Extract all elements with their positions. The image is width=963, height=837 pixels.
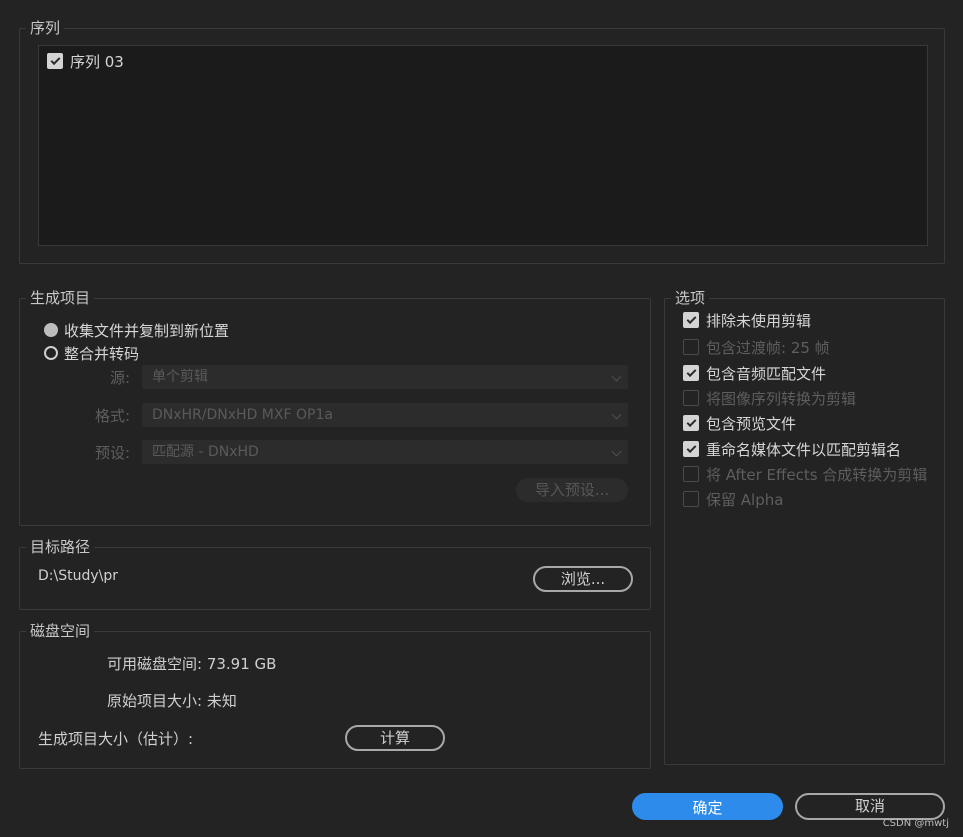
option-rename-media-label: 重命名媒体文件以匹配剪辑名 <box>706 440 902 459</box>
chevron-down-icon <box>611 446 622 457</box>
option-audio-conform-checkbox[interactable] <box>683 365 699 381</box>
sequence-item-checkbox[interactable] <box>47 53 63 69</box>
available-space: 可用磁盘空间: 73.91 GB <box>107 655 277 673</box>
sequence-item-label: 序列 03 <box>70 52 124 71</box>
generate-legend: 生成项目 <box>26 287 95 309</box>
option-rename-media-checkbox[interactable] <box>683 441 699 457</box>
radio-collect-label: 收集文件并复制到新位置 <box>64 321 230 340</box>
option-rename-media[interactable]: 重命名媒体文件以匹配剪辑名 <box>683 438 901 460</box>
format-select[interactable]: DNxHR/DNxHD MXF OP1a <box>142 403 628 427</box>
sequence-item[interactable]: 序列 03 <box>47 50 124 72</box>
options-legend: 选项 <box>671 287 710 309</box>
watermark: CSDN @mwtj <box>882 818 949 829</box>
option-image-sequence-checkbox[interactable] <box>683 390 699 406</box>
option-exclude-unused[interactable]: 排除未使用剪辑 <box>683 309 811 331</box>
option-exclude-unused-checkbox[interactable] <box>683 312 699 328</box>
option-exclude-unused-label: 排除未使用剪辑 <box>706 311 812 330</box>
option-after-effects[interactable]: 将 After Effects 合成转换为剪辑 <box>683 463 927 485</box>
cancel-button[interactable]: 取消 <box>795 793 945 820</box>
import-preset-button[interactable]: 导入预设... <box>516 478 628 502</box>
source-value: 单个剪辑 <box>152 369 208 385</box>
target-path: D:\Study\pr <box>38 568 118 584</box>
option-preserve-alpha[interactable]: 保留 Alpha <box>683 488 783 510</box>
option-after-effects-label: 将 After Effects 合成转换为剪辑 <box>706 465 928 484</box>
option-handles-checkbox[interactable] <box>683 339 699 355</box>
format-label: 格式: <box>94 407 130 425</box>
sequence-list: 序列 03 <box>38 45 928 246</box>
target-group: 目标路径 D:\Study\pr 浏览... <box>19 536 651 610</box>
radio-collect[interactable]: 收集文件并复制到新位置 <box>44 319 229 341</box>
format-value: DNxHR/DNxHD MXF OP1a <box>152 407 333 423</box>
original-size: 原始项目大小: 未知 <box>107 692 237 710</box>
option-image-sequence-label: 将图像序列转换为剪辑 <box>706 389 857 408</box>
option-audio-conform-label: 包含音频匹配文件 <box>706 364 827 383</box>
sequence-legend: 序列 <box>26 17 65 39</box>
source-select[interactable]: 单个剪辑 <box>142 365 628 389</box>
option-audio-conform[interactable]: 包含音频匹配文件 <box>683 362 826 384</box>
option-image-sequence[interactable]: 将图像序列转换为剪辑 <box>683 387 856 409</box>
option-preview-files-checkbox[interactable] <box>683 415 699 431</box>
preset-label: 预设: <box>94 444 130 462</box>
option-after-effects-checkbox[interactable] <box>683 466 699 482</box>
option-handles-label: 包含过渡帧: 25 帧 <box>706 338 830 357</box>
compute-button[interactable]: 计算 <box>345 725 445 751</box>
options-group: 选项 排除未使用剪辑 包含过渡帧: 25 帧 包含音频匹配文件 将图像序列转换为… <box>664 287 945 765</box>
generate-group: 生成项目 收集文件并复制到新位置 整合并转码 源: 单个剪辑 格式: DNxHR… <box>19 287 651 526</box>
estimate-label: 生成项目大小（估计）: <box>38 730 194 748</box>
radio-consolidate[interactable]: 整合并转码 <box>44 342 139 364</box>
radio-consolidate-label: 整合并转码 <box>64 344 140 363</box>
browse-button[interactable]: 浏览... <box>533 566 633 592</box>
preset-select[interactable]: 匹配源 - DNxHD <box>142 440 628 464</box>
radio-collect-indicator[interactable] <box>44 323 58 337</box>
disk-legend: 磁盘空间 <box>26 620 95 642</box>
target-legend: 目标路径 <box>26 536 95 558</box>
sequence-group: 序列 序列 03 <box>19 17 945 264</box>
preset-value: 匹配源 - DNxHD <box>152 444 259 460</box>
radio-consolidate-indicator[interactable] <box>44 346 58 360</box>
source-label: 源: <box>109 369 130 387</box>
ok-button[interactable]: 确定 <box>632 793 783 820</box>
chevron-down-icon <box>611 409 622 420</box>
option-handles[interactable]: 包含过渡帧: 25 帧 <box>683 336 830 358</box>
option-preserve-alpha-checkbox[interactable] <box>683 491 699 507</box>
option-preview-files[interactable]: 包含预览文件 <box>683 412 796 434</box>
disk-group: 磁盘空间 可用磁盘空间: 73.91 GB 原始项目大小: 未知 生成项目大小（… <box>19 620 651 769</box>
option-preserve-alpha-label: 保留 Alpha <box>706 490 784 509</box>
option-preview-files-label: 包含预览文件 <box>706 414 797 433</box>
chevron-down-icon <box>611 371 622 382</box>
